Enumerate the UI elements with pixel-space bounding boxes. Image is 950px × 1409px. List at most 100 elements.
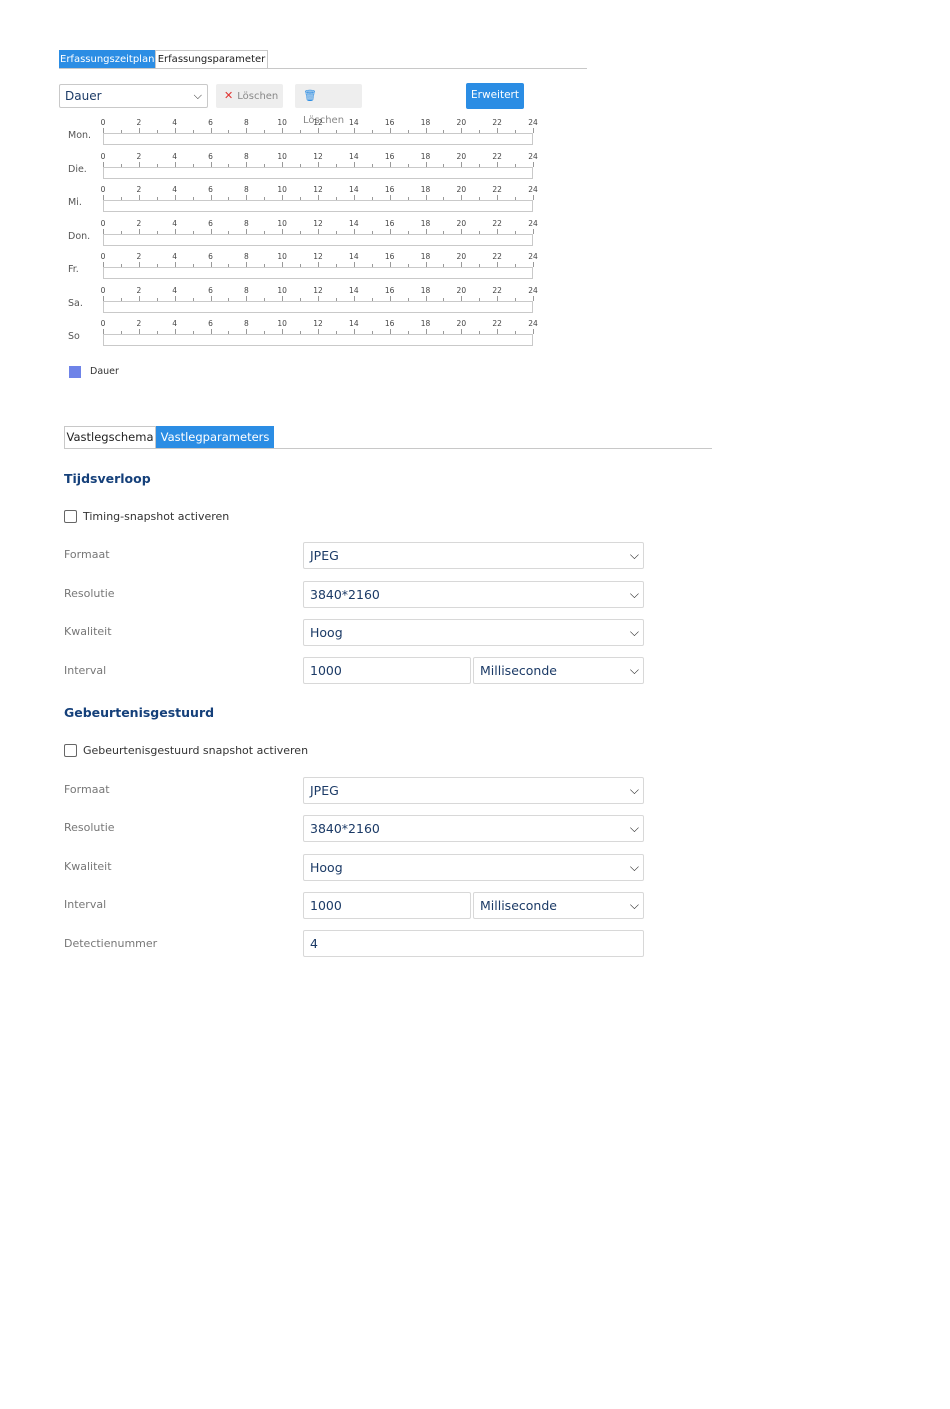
hour-tick-label: 4	[172, 285, 178, 295]
hour-tick-mark	[533, 228, 534, 234]
hour-tick-label: 20	[456, 151, 467, 161]
timing-format-select[interactable]: JPEG ⌵	[303, 542, 644, 569]
event-snapshot-label: Gebeurtenisgestuurd snapshot activeren	[83, 744, 309, 757]
record-tabbar: Vastlegschema Vastlegparameters	[64, 426, 712, 449]
clear-label: Löschen	[237, 91, 279, 102]
hour-tick-label: 8	[243, 252, 249, 261]
hour-tick-label: 2	[136, 319, 142, 328]
hour-tick-label: 10	[277, 185, 287, 194]
schedule-timeline-bar[interactable]	[103, 233, 533, 246]
schedule-timeline-bar[interactable]	[103, 300, 533, 313]
schedule-timeline-bar[interactable]	[103, 133, 533, 145]
timing-snapshot-label: Timing-snapshot activeren	[83, 510, 230, 523]
schedule-row: Don. 0 2 4 6 8 10 12 14 16 18 20 22 24	[59, 219, 599, 252]
schedule-timeline-bar[interactable]	[103, 267, 533, 279]
hour-tick-label: 14	[349, 185, 359, 194]
hour-tick-label: 24	[528, 218, 538, 228]
tab-record-parameters[interactable]: Vastlegparameters	[156, 426, 274, 448]
hour-tick-label: 6	[208, 319, 213, 328]
day-label: Mon.	[68, 130, 92, 141]
event-interval-unit-select[interactable]: Milliseconde ⌵	[473, 892, 644, 919]
event-quality-label: Kwaliteit	[64, 860, 112, 873]
event-interval-label: Interval	[64, 898, 107, 911]
schedule-type-select[interactable]: Dauer ⌵	[59, 84, 208, 108]
event-resolution-select[interactable]: 3840*2160 ⌵	[303, 815, 644, 842]
hour-tick-label: 12	[313, 319, 323, 328]
timing-interval-input[interactable]: 1000	[303, 657, 471, 684]
hour-tick-label: 24	[528, 151, 538, 161]
schedule-grid: Mon. 0 2 4 6 8 10 12 14 16 18 20 22 24 Die. 0 2 4 6 8 10 12 14…	[59, 118, 599, 358]
tab-capture-parameters[interactable]: Erfassungsparameter	[155, 50, 268, 68]
clear-button[interactable]: ✕ Löschen	[216, 84, 283, 108]
hour-tick-label: 18	[420, 185, 431, 194]
schedule-timeline-bar[interactable]	[103, 200, 533, 212]
hour-tick-label: 8	[243, 319, 249, 328]
schedule-row: Fr. 0 2 4 6 8 10 12 14 16 18 20 22 24	[59, 252, 599, 285]
hour-tick-label: 2	[136, 118, 142, 127]
hour-tick-label: 24	[528, 252, 538, 261]
legend-swatch	[69, 366, 81, 378]
hour-tick-label: 10	[277, 218, 287, 228]
hour-tick-label: 14	[349, 218, 359, 228]
event-quality-select[interactable]: Hoog ⌵	[303, 854, 644, 881]
schedule-timeline-bar[interactable]	[103, 334, 533, 346]
event-resolution-value: 3840*2160	[310, 821, 380, 836]
timing-resolution-label: Resolutie	[64, 587, 115, 600]
hour-tick-label: 18	[420, 319, 431, 328]
hour-tick-label: 10	[277, 118, 287, 127]
day-label: Sa.	[68, 297, 83, 309]
hour-tick-label: 4	[172, 218, 178, 228]
hour-tick-label: 10	[277, 285, 287, 295]
hour-tick-label: 12	[313, 185, 323, 194]
hour-tick-label: 6	[208, 285, 213, 295]
hour-tick-label: 6	[208, 151, 213, 161]
hour-tick-label: 20	[456, 218, 467, 228]
timing-resolution-select[interactable]: 3840*2160 ⌵	[303, 581, 644, 608]
hour-tick-label: 22	[492, 285, 502, 295]
event-interval-input[interactable]: 1000	[303, 892, 471, 919]
clear-all-button[interactable]: 🗑Löschen	[295, 84, 362, 126]
hour-tick-label: 2	[136, 285, 142, 295]
chevron-down-icon: ⌵	[629, 663, 639, 677]
tab-capture-schedule[interactable]: Erfassungszeitplan	[59, 50, 155, 68]
trash-icon: 🗑	[303, 89, 317, 102]
hour-tick-label: 24	[528, 319, 538, 328]
event-format-select[interactable]: JPEG ⌵	[303, 777, 644, 804]
hour-tick-label: 8	[243, 218, 249, 228]
event-detection-input[interactable]: 4	[303, 930, 644, 957]
timing-interval-unit-select[interactable]: Milliseconde ⌵	[473, 657, 644, 684]
hour-tick-label: 4	[172, 151, 178, 161]
hour-tick-label: 0	[100, 118, 106, 127]
hour-tick-mark	[533, 329, 534, 334]
hour-tick-label: 16	[384, 319, 395, 328]
hour-tick-label: 14	[349, 118, 359, 127]
hour-tick-label: 18	[420, 151, 431, 161]
day-label: Die.	[68, 163, 87, 175]
hour-tick-label: 14	[349, 285, 359, 295]
schedule-row: Die. 0 2 4 6 8 10 12 14 16 18 20 22 24	[59, 152, 599, 185]
timing-quality-select[interactable]: Hoog ⌵	[303, 619, 644, 646]
hour-tick-label: 2	[136, 151, 142, 161]
day-label: Mi.	[68, 197, 82, 208]
timing-format-label: Formaat	[64, 548, 110, 561]
hour-tick-label: 24	[528, 285, 538, 295]
capture-tabbar: Erfassungszeitplan Erfassungsparameter	[59, 50, 587, 69]
hour-tick-label: 10	[277, 252, 287, 261]
schedule-timeline-bar[interactable]	[103, 166, 533, 179]
chevron-down-icon: ⌵	[629, 898, 639, 912]
tab-record-schedule[interactable]: Vastlegschema	[64, 426, 156, 448]
chevron-down-icon: ⌵	[629, 821, 639, 835]
timing-snapshot-checkbox[interactable]	[64, 510, 77, 523]
hour-tick-mark	[533, 295, 534, 301]
hour-tick-label: 24	[528, 185, 538, 194]
hour-tick-mark	[533, 262, 534, 267]
advanced-button[interactable]: Erweitert	[466, 83, 524, 109]
timing-section-title: Tijdsverloop	[64, 471, 151, 486]
hour-tick-label: 0	[100, 151, 106, 161]
hour-tick-label: 8	[243, 185, 249, 194]
hour-tick-label: 14	[349, 252, 359, 261]
event-snapshot-checkbox[interactable]	[64, 744, 77, 757]
chevron-down-icon: ⌵	[629, 548, 639, 562]
chevron-down-icon: ⌵	[629, 783, 639, 797]
hour-tick-mark	[533, 161, 534, 167]
